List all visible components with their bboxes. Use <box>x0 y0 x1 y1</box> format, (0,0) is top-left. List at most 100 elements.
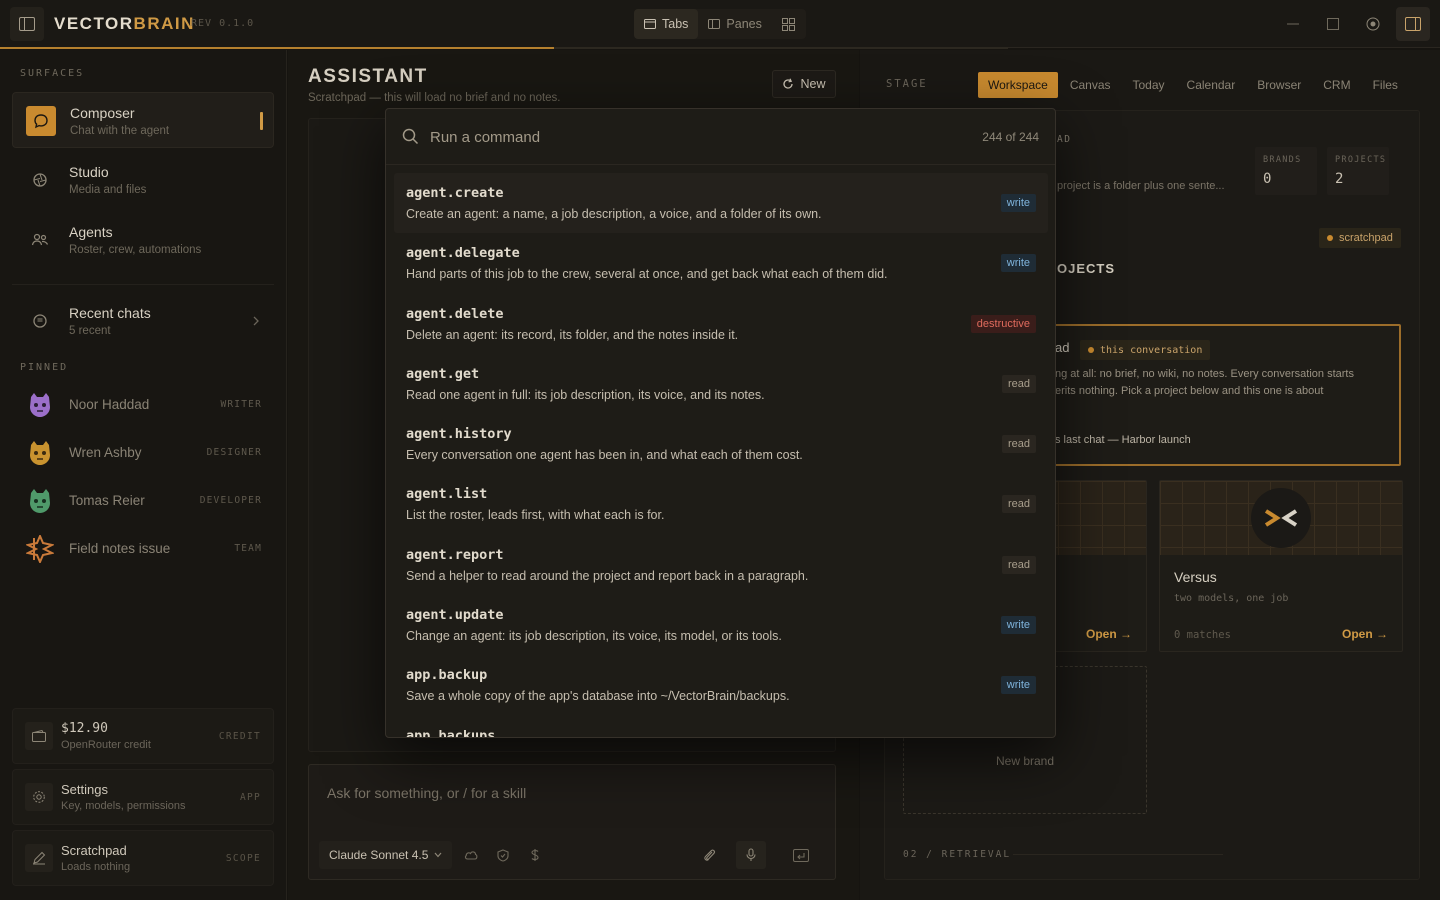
page-title: ASSISTANT <box>308 66 428 87</box>
status-dot <box>1088 347 1094 353</box>
command-item[interactable]: agent.delete Delete an agent: its record… <box>394 294 1048 354</box>
chevron-right-icon <box>253 316 259 326</box>
right-panel-toggle-button[interactable] <box>1396 7 1430 41</box>
shield-icon <box>497 848 509 862</box>
command-item[interactable]: agent.history Every conversation one age… <box>394 414 1048 474</box>
tab-crm[interactable]: CRM <box>1313 72 1360 98</box>
settings-item[interactable]: Settings Key, models, permissions APP <box>12 769 274 825</box>
tab-files[interactable]: Files <box>1363 72 1408 98</box>
panes-view-button[interactable]: Panes <box>698 9 771 39</box>
scratchpad-item[interactable]: Scratchpad Loads nothing SCOPE <box>12 830 274 886</box>
command-item[interactable]: agent.report Send a helper to read aroun… <box>394 535 1048 595</box>
command-item[interactable]: app.backups <box>394 716 1048 738</box>
send-button[interactable] <box>789 843 813 867</box>
maximize-button[interactable] <box>1321 12 1345 36</box>
gear-icon <box>25 783 53 811</box>
grid-icon <box>782 17 796 31</box>
command-name: agent.update <box>406 607 504 624</box>
command-name: agent.report <box>406 546 504 563</box>
tab-browser[interactable]: Browser <box>1247 72 1311 98</box>
top-bar: VECTORBRAIN REV 0.1.0 Tabs Panes <box>0 0 1440 49</box>
command-description: Delete an agent: its record, its folder,… <box>406 327 739 342</box>
tabs-view-button[interactable]: Tabs <box>634 9 699 39</box>
command-description: Change an agent: its job description, it… <box>406 629 782 644</box>
panel-right-icon <box>1405 17 1421 31</box>
sidebar-item-agents[interactable]: Agents Roster, crew, automations <box>12 212 274 268</box>
cloud-button[interactable] <box>459 843 483 867</box>
composer-placeholder[interactable]: Ask for something, or / for a skill <box>327 785 526 801</box>
sidebar-item-subtitle: Chat with the agent <box>70 125 170 137</box>
workspace-heading: AD <box>1057 134 1072 145</box>
chat-bubble-icon <box>25 306 55 336</box>
pinned-role: WRITER <box>220 399 262 410</box>
model-select[interactable]: Claude Sonnet 4.5 <box>319 841 453 869</box>
pinned-name: Tomas Reier <box>69 493 145 508</box>
theme-button[interactable] <box>1361 12 1385 36</box>
last-chat-link[interactable]: s last chat — Harbor launch <box>1055 434 1191 446</box>
permission-badge: read <box>1001 374 1036 393</box>
permission-badge: read <box>1001 435 1036 454</box>
pinned-item-field-notes-issue[interactable]: Field notes issue TEAM <box>20 529 274 569</box>
open-link[interactable]: Open → <box>1086 627 1132 641</box>
minimize-icon <box>1287 23 1299 25</box>
tab-canvas[interactable]: Canvas <box>1060 72 1121 98</box>
command-name: agent.history <box>406 426 512 443</box>
stage-tabs: Workspace Canvas Today Calendar Browser … <box>978 72 1408 98</box>
pinned-item-noor-haddad[interactable]: Noor Haddad WRITER <box>20 385 274 425</box>
command-name: app.backups <box>406 727 496 738</box>
maximize-icon <box>1327 18 1339 30</box>
grid-view-button[interactable] <box>772 9 806 39</box>
minimize-button[interactable] <box>1281 12 1305 36</box>
settings-subtitle: Key, models, permissions <box>61 800 186 812</box>
command-item[interactable]: agent.create Create an agent: a name, a … <box>394 173 1048 234</box>
microphone-button[interactable] <box>736 841 766 869</box>
project-card-versus[interactable]: Versus two models, one job 0 matches Ope… <box>1159 480 1403 652</box>
active-marker <box>260 112 263 130</box>
shield-button[interactable] <box>491 843 515 867</box>
palette-search-row: 244 of 244 <box>386 109 1055 165</box>
command-item[interactable]: agent.delegate Hand parts of this job to… <box>394 233 1048 293</box>
command-item[interactable]: agent.update Change an agent: its job de… <box>394 595 1048 655</box>
version-label: REV 0.1.0 <box>191 18 255 29</box>
sidebar-item-subtitle: Media and files <box>69 184 147 196</box>
pencil-icon <box>25 844 53 872</box>
this-conversation-badge: this conversation <box>1080 340 1211 360</box>
sidebar-item-recent-chats[interactable]: Recent chats 5 recent <box>12 293 274 349</box>
team-logo-icon <box>26 535 54 563</box>
tab-today[interactable]: Today <box>1123 72 1175 98</box>
cost-button[interactable] <box>523 843 547 867</box>
attach-button[interactable] <box>697 843 721 867</box>
left-sidebar: SURFACES Composer Chat with the agent St… <box>0 50 287 900</box>
aperture-icon <box>25 165 55 195</box>
tab-calendar[interactable]: Calendar <box>1177 72 1246 98</box>
command-item[interactable]: agent.list List the roster, leads first,… <box>394 474 1048 534</box>
sidebar-toggle-button[interactable] <box>10 7 44 41</box>
progress-fill <box>0 47 555 49</box>
permission-badge: write <box>1000 194 1036 212</box>
result-count: 244 of 244 <box>982 130 1039 144</box>
sidebar-item-title: Composer <box>70 105 135 121</box>
settings-tag: APP <box>239 792 261 803</box>
message-composer[interactable]: Ask for something, or / for a skill Clau… <box>308 764 836 880</box>
pinned-role: TEAM <box>234 543 262 554</box>
command-description: Hand parts of this job to the crew, seve… <box>406 267 888 282</box>
command-palette: 244 of 244 agent.create Create an agent:… <box>385 108 1056 738</box>
pinned-item-tomas-reier[interactable]: Tomas Reier DEVELOPER <box>20 481 274 521</box>
pinned-item-wren-ashby[interactable]: Wren Ashby DESIGNER <box>20 433 274 473</box>
page-subtitle: Scratchpad — this will load no brief and… <box>308 92 561 104</box>
sidebar-item-studio[interactable]: Studio Media and files <box>12 152 274 208</box>
command-item[interactable]: app.backup Save a whole copy of the app'… <box>394 655 1048 715</box>
sidebar-item-title: Recent chats <box>69 305 151 321</box>
tab-workspace[interactable]: Workspace <box>978 72 1058 98</box>
sidebar-item-title: Agents <box>69 224 113 240</box>
scratchpad-title: Scratchpad <box>61 843 127 858</box>
app-brand: VECTORBRAIN <box>54 14 195 33</box>
command-search-input[interactable] <box>430 123 930 151</box>
command-item[interactable]: agent.get Read one agent in full: its jo… <box>394 354 1048 414</box>
new-chat-button[interactable]: New <box>772 70 836 98</box>
open-link[interactable]: Open → <box>1342 627 1388 641</box>
credit-item[interactable]: $12.90 OpenRouter credit CREDIT <box>12 708 274 764</box>
pinned-role: DESIGNER <box>206 447 262 458</box>
command-description: List the roster, leads first, with what … <box>406 508 665 523</box>
sidebar-item-composer[interactable]: Composer Chat with the agent <box>12 92 274 148</box>
